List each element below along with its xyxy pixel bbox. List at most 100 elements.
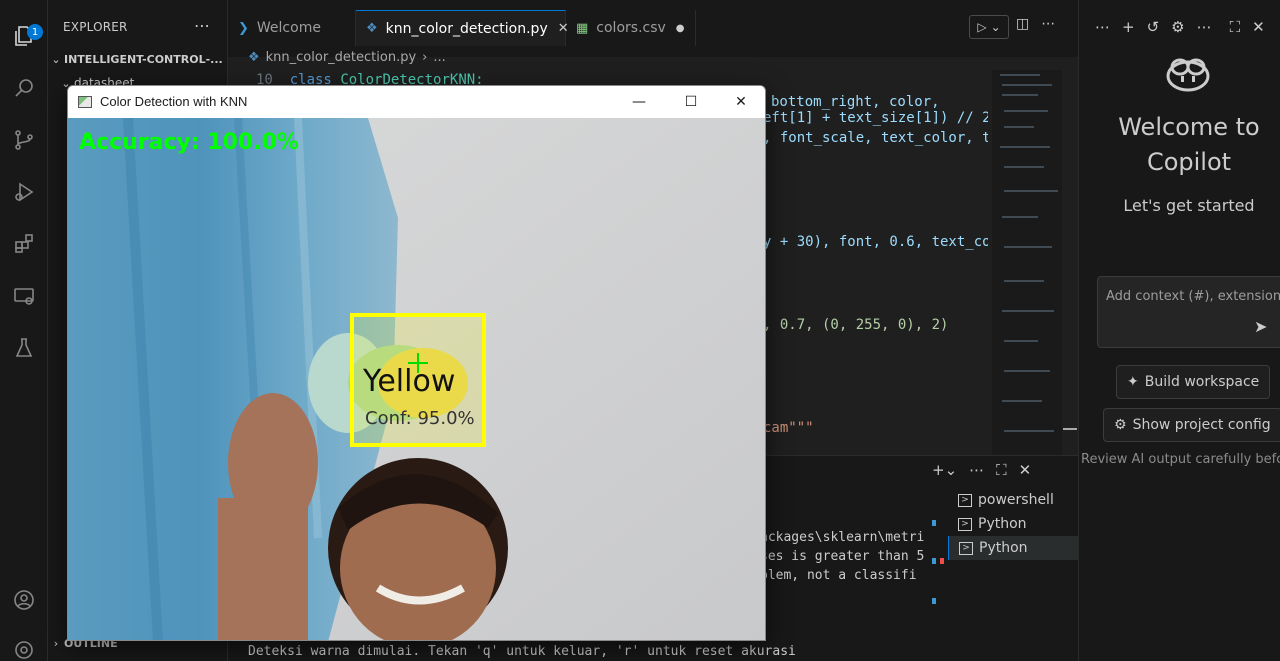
copilot-subtitle: Let's get started [1123, 196, 1255, 215]
chevron-right-icon: › [53, 636, 59, 650]
vscode-window: 1 EXPLORER ⋯ ⌄ INTELLIGENT-CONTROL-... ⌄… [0, 0, 1280, 661]
sidebar-project-row[interactable]: ⌄ INTELLIGENT-CONTROL-... [48, 48, 228, 70]
breadcrumb-separator: › [422, 50, 428, 65]
terminal-session-label: Python [979, 540, 1028, 556]
editor-actions: ◫ ⋯ [1016, 16, 1055, 32]
color-detection-window[interactable]: Color Detection with KNN — ☐ ✕ Accuracy:… [67, 85, 766, 641]
play-icon: ▷ [977, 20, 987, 34]
tab-knn-color-detection[interactable]: ❖ knn_color_detection.py ✕ [356, 10, 569, 46]
sidebar-project-label: INTELLIGENT-CONTROL-... [64, 52, 223, 66]
more-actions-icon[interactable]: ⋯ [1041, 16, 1055, 32]
terminal-output-line: ackages\sklearn\metri [760, 530, 925, 545]
close-panel-icon[interactable]: ✕ [1019, 461, 1032, 479]
breadcrumb-rest[interactable]: ... [433, 50, 445, 65]
show-project-config-button[interactable]: ⚙ Show project config [1103, 408, 1280, 442]
terminal-gutter [932, 490, 944, 650]
gear-icon: ⚙ [1114, 417, 1127, 433]
more-actions-icon[interactable]: ⋯ [969, 461, 984, 479]
unsaved-dot-icon[interactable]: ● [676, 23, 685, 34]
scrollbar-marker [1063, 428, 1077, 430]
tab-label: colors.csv [596, 20, 666, 36]
tab-label: Welcome [256, 20, 321, 36]
settings-gear-icon[interactable] [0, 630, 48, 661]
terminal-session-list: > powershell > Python > Python [948, 488, 1078, 560]
chevron-down-icon: ⌄ [51, 52, 61, 66]
send-icon[interactable]: ➤ [1254, 317, 1267, 336]
extensions-icon[interactable] [0, 224, 48, 264]
terminal-status-line: Deteksi warna dimulai. Tekan 'q' untuk k… [248, 644, 796, 659]
window-title: Color Detection with KNN [100, 94, 248, 109]
window-app-icon [78, 96, 92, 108]
csv-file-icon: ▦ [576, 20, 589, 36]
window-titlebar[interactable]: Color Detection with KNN — ☐ ✕ [68, 86, 765, 118]
new-terminal-icon[interactable]: +⌄ [932, 461, 957, 479]
more-actions-icon[interactable]: ⋯ [1197, 18, 1212, 36]
copilot-input-placeholder: Add context (#), extensions [1106, 289, 1280, 304]
code-fragment: y + 30), font, 0.6, text_co [763, 234, 988, 250]
copilot-logo-icon [1166, 58, 1210, 92]
explorer-badge: 1 [27, 24, 43, 40]
tab-colors-csv[interactable]: ▦ colors.csv ● [566, 10, 696, 46]
maximize-icon[interactable]: ⛶ [1230, 18, 1241, 36]
testing-icon[interactable] [0, 328, 48, 368]
python-file-icon: ❖ [366, 21, 378, 36]
sidebar-more-icon[interactable]: ⋯ [194, 16, 210, 35]
chevron-down-icon: ⌄ [990, 20, 1001, 34]
terminal-session-label: powershell [978, 492, 1054, 508]
copilot-disclaimer: Review AI output carefully before u [1081, 452, 1280, 467]
build-workspace-label: Build workspace [1144, 374, 1260, 390]
code-fragment: cam""" [763, 420, 814, 436]
terminal-output-line: ses is greater than 5 [760, 549, 925, 564]
copilot-welcome-title: Welcome to Copilot [1118, 113, 1260, 176]
minimap[interactable] [992, 70, 1062, 455]
tab-label: knn_color_detection.py [385, 20, 548, 37]
wand-icon: ✦ [1127, 374, 1139, 390]
gear-icon[interactable]: ⚙ [1171, 18, 1184, 36]
code-fragment: bottom_right, color, [771, 94, 940, 110]
terminal-icon: > [958, 517, 972, 531]
search-icon[interactable] [0, 68, 48, 108]
code-fragment: , 0.7, (0, 255, 0), 2) [763, 317, 949, 333]
detected-color-label: Yellow [363, 364, 456, 399]
minimize-icon[interactable]: — [613, 86, 665, 118]
new-chat-icon[interactable]: + [1122, 18, 1135, 36]
terminal-session-python[interactable]: > Python [948, 512, 1078, 536]
history-icon[interactable]: ↺ [1147, 18, 1160, 36]
split-editor-icon[interactable]: ◫ [1016, 16, 1029, 32]
show-project-config-label: Show project config [1132, 417, 1271, 433]
terminal-session-powershell[interactable]: > powershell [948, 488, 1078, 512]
close-icon[interactable]: ✕ [715, 86, 765, 118]
terminal-icon: > [959, 541, 973, 555]
confidence-label: Conf: 95.0% [365, 408, 475, 429]
run-python-button[interactable]: ▷ ⌄ [969, 15, 1009, 39]
camera-feed: Accuracy: 100.0% Yellow Conf: 95.0% [68, 118, 765, 640]
maximize-panel-icon[interactable]: ⛶ [996, 461, 1007, 479]
activity-bar: 1 [0, 0, 48, 661]
remote-explorer-icon[interactable] [0, 276, 48, 316]
breadcrumb-file[interactable]: knn_color_detection.py [266, 50, 417, 65]
terminal-session-python-active[interactable]: > Python [948, 536, 1078, 560]
more-actions-icon[interactable]: ⋯ [1095, 18, 1110, 36]
sidebar-title: EXPLORER [63, 20, 128, 34]
copilot-actions: ⋯ + ↺ ⚙ ⋯ ⛶ ✕ [1095, 18, 1265, 36]
copilot-chat-input[interactable]: Add context (#), extensions ➤ [1097, 276, 1280, 348]
code-fragment: eft[1] + text_size[1]) // 2 [763, 110, 988, 126]
breadcrumb: ❖ knn_color_detection.py › ... [248, 50, 446, 65]
run-debug-icon[interactable] [0, 172, 48, 212]
maximize-icon[interactable]: ☐ [665, 86, 717, 118]
terminal-icon: > [958, 493, 972, 507]
account-icon[interactable] [0, 580, 48, 620]
close-icon[interactable]: ✕ [1252, 18, 1265, 36]
copilot-panel: ⋯ + ↺ ⚙ ⋯ ⛶ ✕ Welcome to Copilot Let's g… [1078, 0, 1280, 661]
python-file-icon: ❖ [248, 50, 260, 65]
code-fragment: , font_scale, text_color, th [763, 130, 988, 146]
terminal-actions: +⌄ ⋯ ⛶ ✕ [932, 461, 1031, 479]
terminal-output-line: blem, not a classifi [760, 568, 917, 583]
accuracy-label: Accuracy: 100.0% [79, 130, 299, 155]
source-control-icon[interactable] [0, 120, 48, 160]
build-workspace-button[interactable]: ✦ Build workspace [1116, 365, 1271, 399]
vscode-logo-icon: ❯ [238, 20, 249, 36]
editor-tab-bar: ❯ Welcome ❖ knn_color_detection.py ✕ ▦ c… [228, 0, 1078, 57]
terminal-session-label: Python [978, 516, 1027, 532]
tab-welcome[interactable]: ❯ Welcome [228, 10, 356, 46]
